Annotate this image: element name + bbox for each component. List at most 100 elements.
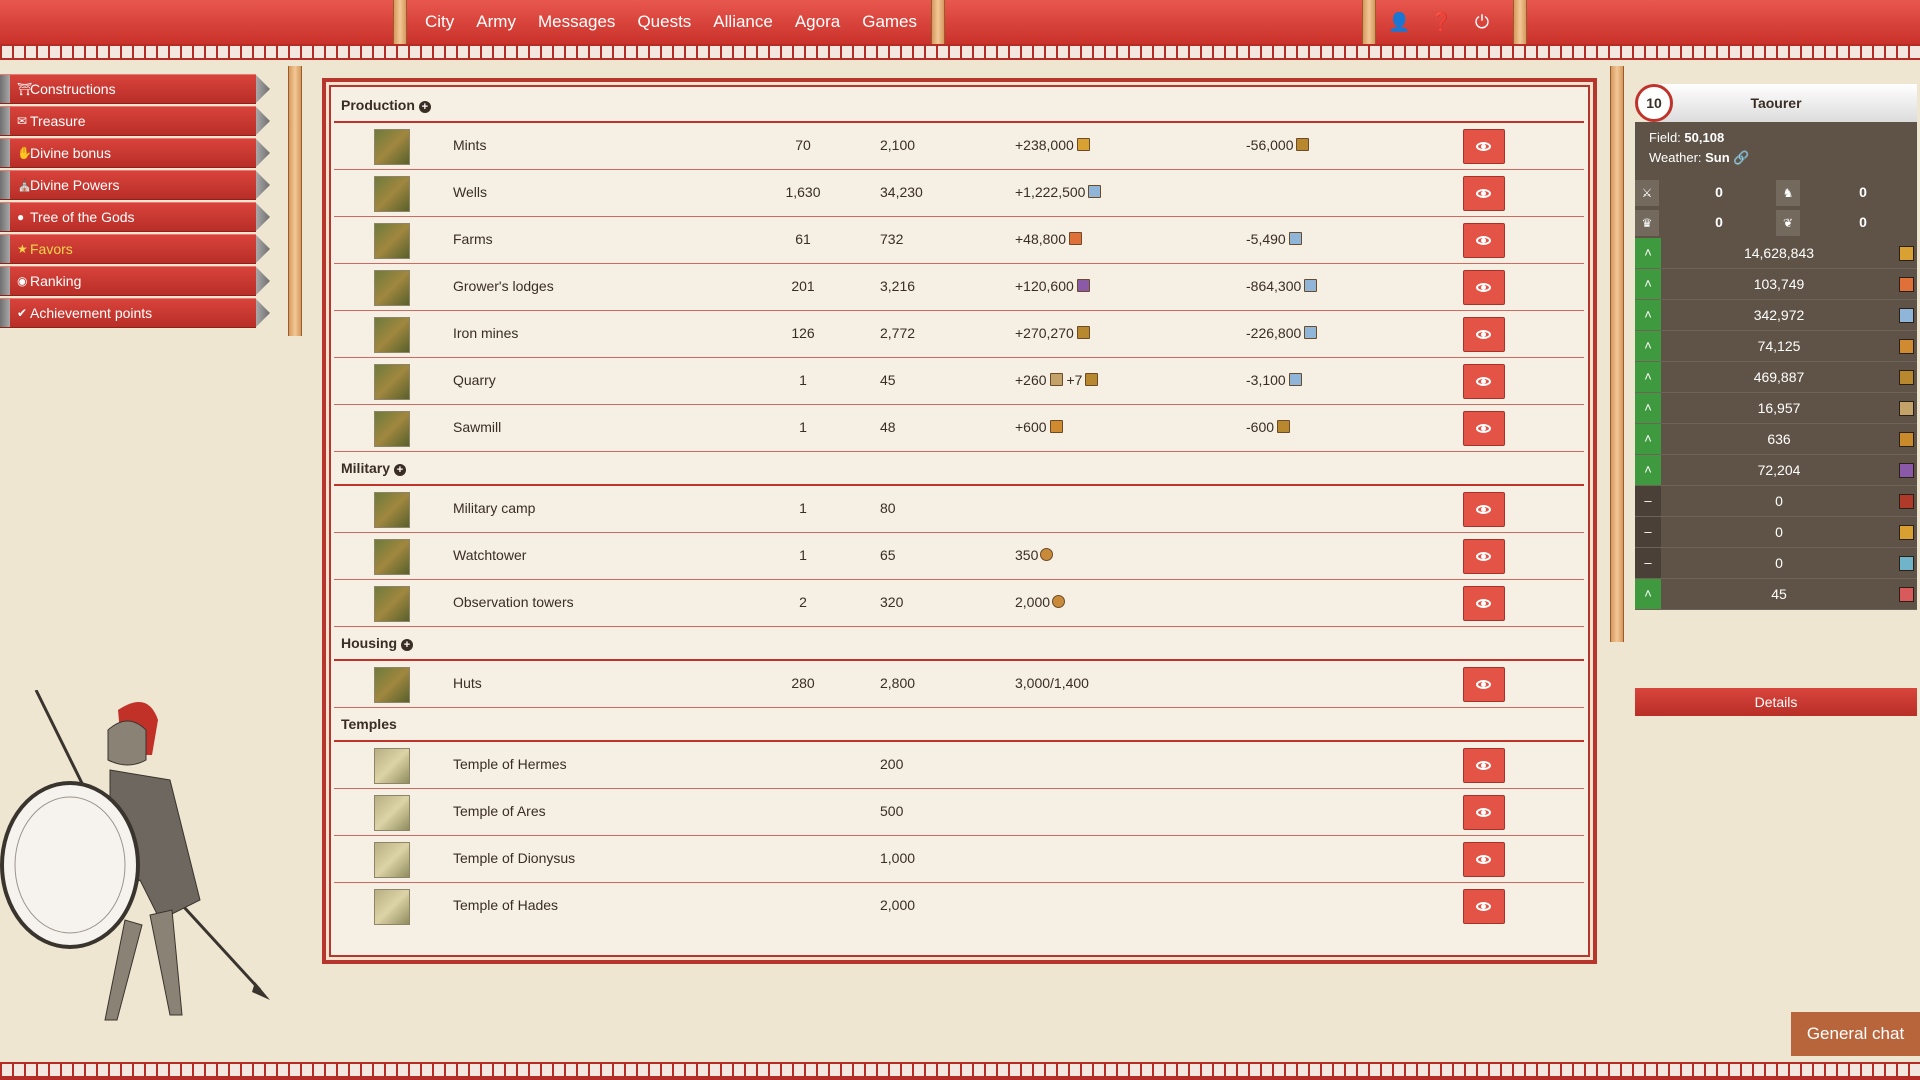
production-cell: 3,000/1,400 <box>1015 675 1089 691</box>
view-button[interactable] <box>1463 586 1505 621</box>
production-cell: 2,000 <box>1015 594 1066 610</box>
resource-value: 74,125 <box>1757 338 1801 354</box>
building-thumbnail <box>374 317 410 353</box>
check-icon: ✔ <box>17 306 28 320</box>
resource-list: ˄ 14,628,843 ˄ 103,749 ˄ 342,972 ˄ 74,125 ˄ 469,8… <box>1635 238 1917 610</box>
details-button[interactable]: Details <box>1635 688 1917 716</box>
coin-icon <box>1040 548 1054 561</box>
temple-thumbnail <box>374 889 410 925</box>
sidebar-item-favors[interactable]: ★ Favors <box>0 234 256 264</box>
building-name: Temple of Ares <box>453 803 546 819</box>
consumption-cell: -864,300 <box>1246 278 1318 294</box>
sidebar-item-tree-of-the-gods[interactable]: ● Tree of the Gods <box>0 202 256 232</box>
link-icon[interactable]: 🔗 <box>1733 150 1749 165</box>
plus-icon[interactable]: + <box>394 464 407 476</box>
water-icon <box>1288 232 1302 245</box>
resource-row: –0 <box>1635 517 1917 548</box>
view-button[interactable] <box>1463 492 1505 527</box>
greek-border <box>0 1062 1920 1080</box>
help-icon[interactable]: ❓ <box>1430 12 1452 33</box>
view-button[interactable] <box>1463 176 1505 211</box>
building-name: Huts <box>453 675 482 691</box>
sidebar-item-ranking[interactable]: ◉ Ranking <box>0 266 256 296</box>
general-chat-button[interactable]: General chat <box>1791 1012 1920 1056</box>
nav-city[interactable]: City <box>414 12 465 32</box>
sidebar-item-divine-powers[interactable]: ⛪ Divine Powers <box>0 170 256 200</box>
resource-icon <box>1899 494 1914 509</box>
building-name: Wells <box>453 184 487 200</box>
resource-value: 16,957 <box>1757 400 1801 416</box>
building-points: 1,000 <box>880 850 916 866</box>
sidebar-item-label: Divine Powers <box>30 177 120 193</box>
building-points: 500 <box>880 803 904 819</box>
power-icon[interactable]: ⏻ <box>1472 12 1492 33</box>
temple-icon: ⛪ <box>17 178 32 192</box>
player-stats: ⚔ 0 ♞ 0 ♛ 0 ❦ 0 <box>1635 178 1917 238</box>
nav-alliance[interactable]: Alliance <box>702 12 784 32</box>
table-row: Wells 1,630 34,230 +1,222,500 <box>334 170 1584 217</box>
building-level: 2 <box>799 594 807 610</box>
building-name: Observation towers <box>453 594 574 610</box>
resource-row: –0 <box>1635 486 1917 517</box>
building-thumbnail <box>374 129 410 165</box>
sidebar-item-label: Tree of the Gods <box>30 209 135 225</box>
food-icon <box>1069 232 1082 245</box>
view-button[interactable] <box>1463 317 1505 352</box>
temple-thumbnail <box>374 748 410 784</box>
table-row: Huts 280 2,800 3,000/1,400 <box>334 661 1584 708</box>
hand-icon: ✋ <box>17 146 32 160</box>
view-button[interactable] <box>1463 748 1505 783</box>
table-row: Watchtower 1 65 350 <box>334 533 1584 580</box>
building-thumbnail <box>374 586 410 622</box>
table-row: Temple of Hades 2,000 <box>334 883 1584 929</box>
view-button[interactable] <box>1463 223 1505 258</box>
resource-icon <box>1899 463 1914 478</box>
building-points: 732 <box>880 231 904 247</box>
top-bar <box>0 0 1920 44</box>
resource-value: 469,887 <box>1753 369 1805 385</box>
resource-icon <box>1899 277 1914 292</box>
player-header: Taourer 10 <box>1635 84 1917 122</box>
plus-icon[interactable]: + <box>418 101 431 113</box>
nav-army[interactable]: Army <box>465 12 527 32</box>
table-row: Iron mines 126 2,772 +270,270 -226,800 <box>334 311 1584 358</box>
consumption-cell: -600 <box>1246 419 1291 435</box>
sidebar-item-constructions[interactable]: ⛩ Constructions <box>0 74 256 104</box>
resource-icon <box>1899 308 1914 323</box>
view-button[interactable] <box>1463 270 1505 305</box>
sidebar-item-divine-bonus[interactable]: ✋ Divine bonus <box>0 138 256 168</box>
table-row: Observation towers 2 320 2,000 <box>334 580 1584 627</box>
sidebar-item-label: Treasure <box>30 113 86 129</box>
section-header-temples: Temples <box>341 716 397 732</box>
trophy-icon: ♛ <box>1635 210 1659 236</box>
resource-row: ˄ 636 <box>1635 424 1917 455</box>
nav-games[interactable]: Games <box>851 12 928 32</box>
nav-messages[interactable]: Messages <box>527 12 626 32</box>
sidebar-item-treasure[interactable]: ✉ Treasure <box>0 106 256 136</box>
nav-agora[interactable]: Agora <box>784 12 851 32</box>
view-button[interactable] <box>1463 795 1505 830</box>
sword-icon: ⚔ <box>1635 180 1659 206</box>
view-button[interactable] <box>1463 539 1505 574</box>
consumption-cell: -5,490 <box>1246 231 1302 247</box>
resource-value: 636 <box>1767 431 1791 447</box>
view-button[interactable] <box>1463 889 1505 924</box>
view-button[interactable] <box>1463 129 1505 164</box>
sidebar-item-achievement-points[interactable]: ✔ Achievement points <box>0 298 256 328</box>
view-button[interactable] <box>1463 842 1505 877</box>
view-button[interactable] <box>1463 667 1505 702</box>
decor-column <box>931 0 945 44</box>
user-icon[interactable]: 👤 <box>1388 12 1410 33</box>
view-button[interactable] <box>1463 411 1505 446</box>
stat-value: 0 <box>1715 214 1723 230</box>
building-level: 61 <box>795 231 811 247</box>
sidebar-item-label: Favors <box>30 241 73 257</box>
tree-icon: ● <box>17 210 25 224</box>
chevron-up-icon: ˄ <box>1635 393 1661 423</box>
weather-value: Sun <box>1705 150 1730 165</box>
plus-icon[interactable]: + <box>401 639 413 651</box>
coin-icon <box>1052 595 1066 608</box>
view-button[interactable] <box>1463 364 1505 399</box>
nav-quests[interactable]: Quests <box>626 12 702 32</box>
player-name[interactable]: Taourer <box>1635 95 1917 111</box>
